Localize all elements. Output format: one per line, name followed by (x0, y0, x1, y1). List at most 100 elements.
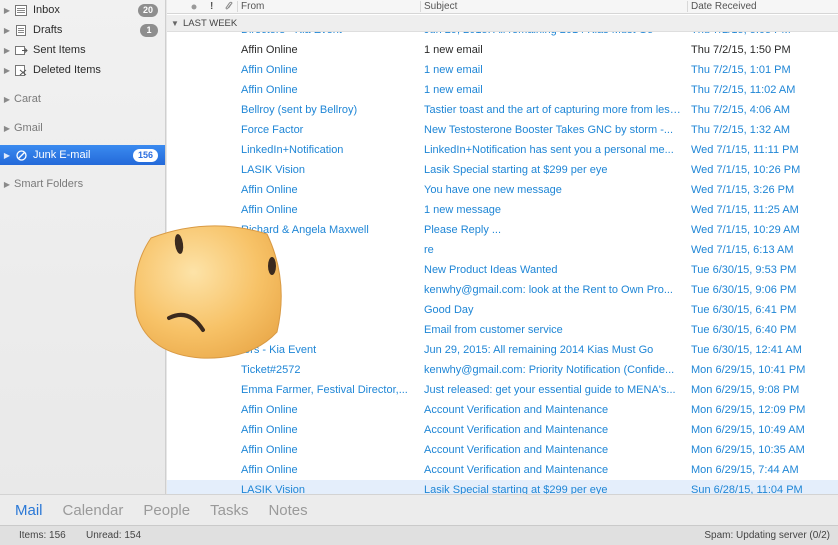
collapse-triangle-icon[interactable]: ▼ (167, 19, 183, 28)
sidebar-item-inbox[interactable]: ▶ Inbox 20 (0, 0, 165, 20)
message-from: Affin Online (241, 44, 298, 56)
message-row[interactable]: Ticket#2572 kenwhy@gmail.com: Priority No… (167, 360, 838, 380)
message-subject: You have one new message (424, 184, 562, 196)
sidebar-item-label: Carat (14, 93, 41, 105)
sidebar-account-carat[interactable]: ▶ Carat (0, 89, 165, 109)
message-row[interactable]: Affin Online You have one new message Wed … (167, 180, 838, 200)
message-subject: 1 new email (424, 84, 483, 96)
column-header-from[interactable]: From (241, 1, 264, 12)
disclosure-triangle-icon[interactable]: ▶ (0, 66, 14, 75)
message-subject: New Product Ideas Wanted (424, 264, 558, 276)
sidebar-smart-folders[interactable]: ▶ Smart Folders (0, 174, 165, 194)
sidebar-item-label: Smart Folders (14, 178, 84, 190)
message-date: Thu 7/2/15, 1:50 PM (691, 44, 791, 56)
group-header-last-week[interactable]: ▼ LAST WEEK (167, 15, 838, 32)
message-row[interactable]: Affin Online Account Verification and Mai… (167, 440, 838, 460)
message-date: Thu 7/2/15, 1:01 PM (691, 64, 791, 76)
sidebar-item-label: Deleted Items (33, 64, 101, 76)
message-subject: kenwhy@gmail.com: Priority Notification … (424, 364, 675, 376)
sidebar-item-junk[interactable]: ▶ Junk E-mail 156 (0, 145, 165, 165)
message-date: Mon 6/29/15, 10:41 PM (691, 364, 806, 376)
message-row[interactable]: Affin Online 1 new email Thu 7/2/15, 1:01 … (167, 60, 838, 80)
junk-icon (14, 149, 28, 161)
sidebar-item-drafts[interactable]: ▶ Drafts 1 (0, 20, 165, 40)
message-date: Mon 6/29/15, 10:35 AM (691, 444, 805, 456)
message-row[interactable]: Emma Farmer, Festival Director,... Just r… (167, 380, 838, 400)
drafts-icon (14, 24, 28, 36)
disclosure-triangle-icon[interactable]: ▶ (0, 6, 14, 15)
attachment-column-icon[interactable] (225, 1, 233, 14)
status-column-icon[interactable] (191, 1, 197, 13)
message-row[interactable]: Force Factor New Testosterone Booster Tak… (167, 120, 838, 140)
sidebar-item-label: Junk E-mail (33, 149, 91, 161)
message-row[interactable]: Affin Online Account Verification and Mai… (167, 400, 838, 420)
message-from: Affin Online (241, 404, 298, 416)
trash-icon (14, 64, 28, 76)
disclosure-triangle-icon[interactable]: ▶ (0, 46, 14, 55)
message-subject: re (424, 244, 434, 256)
message-from: Emma Farmer, Festival Director,... (241, 384, 408, 396)
message-row[interactable]: LinkedIn+Notification LinkedIn+Notificati… (167, 140, 838, 160)
sad-face-emoji-icon (134, 225, 282, 359)
message-from: LinkedIn+Notification (241, 144, 344, 156)
message-subject: Account Verification and Maintenance (424, 464, 609, 476)
tab-people[interactable]: People (143, 502, 190, 519)
message-subject: Jun 29, 2015: All remaining 2014 Kias Mu… (424, 344, 654, 356)
message-row[interactable]: Affin Online Account Verification and Mai… (167, 420, 838, 440)
unread-count-badge: 156 (132, 148, 158, 162)
message-date: Wed 7/1/15, 10:26 PM (691, 164, 801, 176)
message-subject: LinkedIn+Notification has sent you a per… (424, 144, 674, 156)
unread-count-badge: 20 (137, 3, 158, 17)
tab-calendar[interactable]: Calendar (63, 502, 124, 519)
message-date: Sun 6/28/15, 11:04 PM (691, 484, 803, 494)
tab-tasks[interactable]: Tasks (210, 502, 248, 519)
inbox-icon (14, 4, 28, 16)
message-row[interactable]: Affin Online 1 new email Thu 7/2/15, 1:50 … (167, 40, 838, 60)
sidebar-item-label: Drafts (33, 24, 63, 36)
module-tab-bar: Mail Calendar People Tasks Notes (0, 494, 838, 525)
disclosure-triangle-icon[interactable]: ▶ (0, 95, 14, 104)
priority-column-icon[interactable]: ! (210, 1, 213, 12)
unread-count: Unread: 154 (86, 530, 142, 541)
column-header-date[interactable]: Date Received (691, 1, 757, 12)
message-from: Affin Online (241, 444, 298, 456)
message-row[interactable]: LASIK Vision Lasik Special starting at $2… (167, 160, 838, 180)
disclosure-triangle-icon[interactable]: ▶ (0, 26, 14, 35)
disclosure-triangle-icon[interactable]: ▶ (0, 180, 14, 189)
message-date: Wed 7/1/15, 11:25 AM (691, 204, 799, 216)
tab-notes[interactable]: Notes (268, 502, 307, 519)
message-date: Tue 6/30/15, 9:06 PM (691, 284, 797, 296)
message-row[interactable]: Bellroy (sent by Bellroy) Tastier toast a… (167, 100, 838, 120)
sidebar-item-label: Inbox (33, 4, 60, 16)
unread-count-badge: 1 (140, 23, 158, 37)
message-date: Tue 6/30/15, 9:53 PM (691, 264, 797, 276)
message-subject: Lasik Special starting at $299 per eye (424, 164, 608, 176)
message-row[interactable]: Affin Online 1 new message Wed 7/1/15, 11:… (167, 200, 838, 220)
sidebar-item-sent[interactable]: ▶ Sent Items (0, 40, 165, 60)
message-date: Mon 6/29/15, 9:08 PM (691, 384, 800, 396)
message-date: Wed 7/1/15, 3:26 PM (691, 184, 795, 196)
message-from: LASIK Vision (241, 484, 306, 494)
message-from: Affin Online (241, 204, 298, 216)
disclosure-triangle-icon[interactable]: ▶ (0, 151, 14, 160)
sidebar-account-gmail[interactable]: ▶ Gmail (0, 118, 165, 138)
message-from: LASIK Vision (241, 164, 306, 176)
disclosure-triangle-icon[interactable]: ▶ (0, 124, 14, 133)
message-row[interactable]: Affin Online 1 new email Thu 7/2/15, 11:02… (167, 80, 838, 100)
message-subject: Please Reply ... (424, 224, 502, 236)
message-row[interactable]: Affin Online Account Verification and Mai… (167, 460, 838, 480)
message-from: Bellroy (sent by Bellroy) (241, 104, 358, 116)
sidebar-item-deleted[interactable]: ▶ Deleted Items (0, 60, 165, 80)
message-subject: Good Day (424, 304, 474, 316)
sent-icon (14, 44, 28, 56)
message-subject: Account Verification and Maintenance (424, 444, 609, 456)
message-date: Tue 6/30/15, 6:40 PM (691, 324, 797, 336)
message-from: Affin Online (241, 464, 298, 476)
message-subject: kenwhy@gmail.com: look at the Rent to Ow… (424, 284, 673, 296)
tab-mail[interactable]: Mail (15, 502, 43, 519)
message-from: Affin Online (241, 184, 298, 196)
column-header-subject[interactable]: Subject (424, 1, 457, 12)
message-date: Wed 7/1/15, 11:11 PM (691, 144, 799, 156)
message-row[interactable]: LASIK Vision Lasik Special starting at $2… (167, 480, 838, 494)
message-subject: 1 new email (424, 44, 483, 56)
